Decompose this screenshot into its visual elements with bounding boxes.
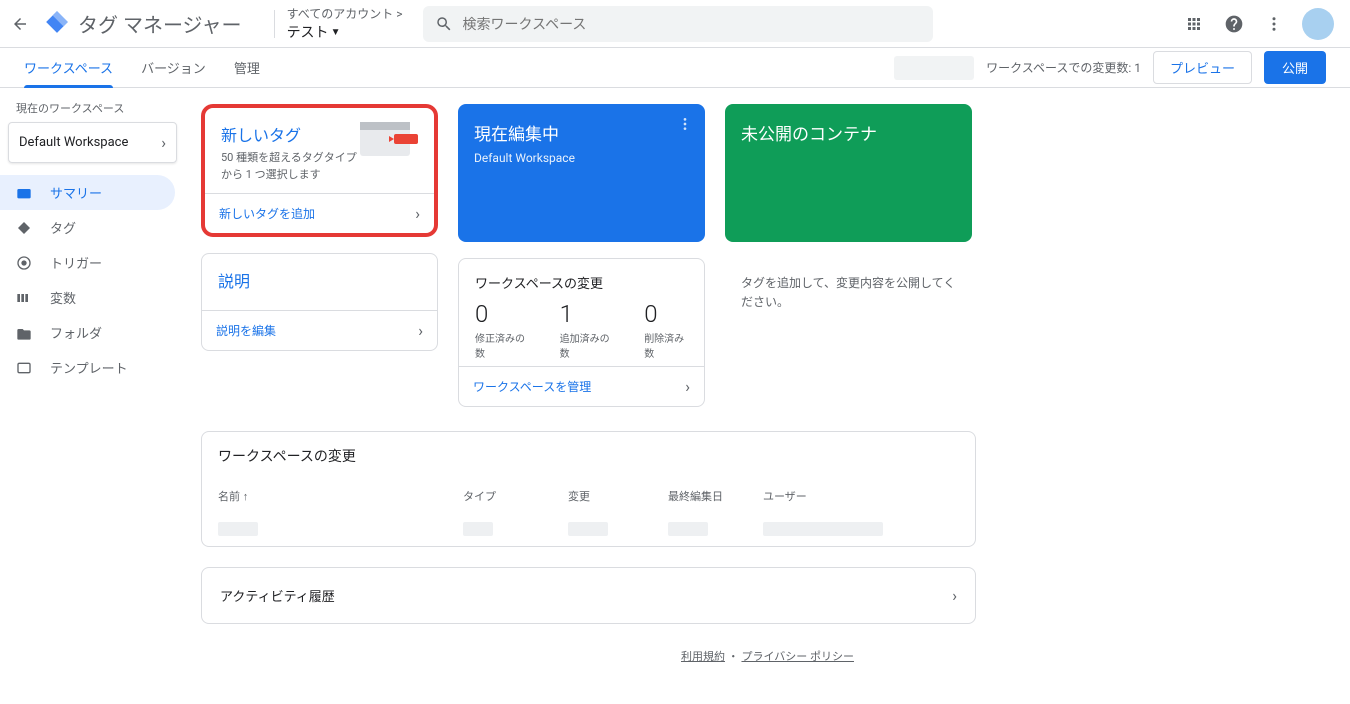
card-col-2: 現在編集中 Default Workspace ワークスペースの変更 0 修正済… xyxy=(458,104,705,407)
editing-card-menu[interactable] xyxy=(677,116,693,136)
avatar[interactable] xyxy=(1302,8,1334,40)
preview-button[interactable]: プレビュー xyxy=(1153,51,1252,84)
activity-history-button[interactable]: アクティビティ履歴 › xyxy=(202,568,975,623)
unpublished-msg-card: タグを追加して、変更内容を公開してください。 xyxy=(725,258,972,328)
card-col-1: 新しいタグ 50 種類を超えるタグタイプから 1 つ選択します 新しいタグを追加… xyxy=(201,104,438,407)
sidebar-item-label: トリガー xyxy=(50,253,102,272)
terms-link[interactable]: 利用規約 xyxy=(681,650,725,663)
sidebar-item-summary[interactable]: サマリー xyxy=(0,175,175,210)
app-title: タグ マネージャー xyxy=(78,9,242,38)
add-new-tag-button[interactable]: 新しいタグを追加 › xyxy=(205,193,434,233)
search-input[interactable] xyxy=(463,16,921,32)
col-user[interactable]: ユーザー xyxy=(763,488,863,504)
manage-workspace-button[interactable]: ワークスペースを管理 › xyxy=(459,366,704,406)
tab-versions[interactable]: バージョン xyxy=(141,48,206,87)
new-tag-action-label: 新しいタグを追加 xyxy=(219,205,315,222)
nav-tabs: ワークスペース バージョン 管理 ワークスペースでの変更数: 1 プレビュー 公… xyxy=(0,48,1350,88)
col-change[interactable]: 変更 xyxy=(568,488,668,504)
description-card: 説明 説明を編集 › xyxy=(201,253,438,351)
breadcrumb-container: テスト ▼ xyxy=(287,22,403,42)
sidebar-item-label: フォルダ xyxy=(50,323,102,342)
chevron-down-icon: ▼ xyxy=(331,27,341,38)
chevron-right-icon: › xyxy=(952,586,957,605)
stat-deleted: 0 削除済み数 xyxy=(644,300,688,360)
search-icon xyxy=(435,15,453,33)
stat-modified: 0 修正済みの数 xyxy=(475,300,528,360)
variable-icon xyxy=(16,292,36,304)
table-row[interactable] xyxy=(202,512,975,546)
stats-title: ワークスペースの変更 xyxy=(475,273,688,292)
header-right xyxy=(1182,8,1334,40)
sidebar-item-folders[interactable]: フォルダ xyxy=(0,315,175,350)
chevron-right-icon: › xyxy=(685,377,690,396)
activity-title: アクティビティ履歴 xyxy=(220,586,335,605)
breadcrumb-account: すべてのアカウント > xyxy=(287,5,403,22)
workspace-selector[interactable]: Default Workspace › xyxy=(8,122,177,163)
tab-workspace[interactable]: ワークスペース xyxy=(24,48,113,87)
workspace-changes-panel: ワークスペースの変更 名前 ↑ タイプ 変更 最終編集日 ユーザー xyxy=(201,431,976,547)
folder-icon xyxy=(16,326,36,340)
tab-admin[interactable]: 管理 xyxy=(234,48,260,87)
help-icon[interactable] xyxy=(1222,12,1246,36)
apps-icon[interactable] xyxy=(1182,12,1206,36)
gtm-logo-icon xyxy=(44,9,70,39)
changes-panel-title: ワークスペースの変更 xyxy=(202,432,975,480)
summary-icon xyxy=(16,186,36,200)
sidebar-item-label: テンプレート xyxy=(50,358,128,377)
publish-button[interactable]: 公開 xyxy=(1264,51,1326,84)
sidebar-item-variables[interactable]: 変数 xyxy=(0,280,175,315)
description-action-label: 説明を編集 xyxy=(216,322,276,339)
stat-added: 1 追加済みの数 xyxy=(560,300,613,360)
back-button[interactable] xyxy=(8,12,32,36)
col-edit[interactable]: 最終編集日 xyxy=(668,488,763,504)
cards-row: 新しいタグ 50 種類を超えるタグタイプから 1 つ選択します 新しいタグを追加… xyxy=(201,104,1334,407)
header: タグ マネージャー すべてのアカウント > テスト ▼ xyxy=(0,0,1350,48)
activity-history-panel: アクティビティ履歴 › xyxy=(201,567,976,624)
unpublished-card: 未公開のコンテナ xyxy=(725,104,972,242)
breadcrumb[interactable]: すべてのアカウント > テスト ▼ xyxy=(287,5,403,42)
chevron-right-icon: › xyxy=(418,321,423,340)
col-type[interactable]: タイプ xyxy=(463,488,568,504)
edit-description-button[interactable]: 説明を編集 › xyxy=(202,310,437,350)
sidebar-item-templates[interactable]: テンプレート xyxy=(0,350,175,385)
workspace-name: Default Workspace xyxy=(19,135,128,150)
sidebar-item-triggers[interactable]: トリガー xyxy=(0,245,175,280)
sidebar: 現在のワークスペース Default Workspace › サマリー タグ ト… xyxy=(0,88,185,704)
editing-card: 現在編集中 Default Workspace xyxy=(458,104,705,242)
stats-action-label: ワークスペースを管理 xyxy=(473,378,591,395)
nav-right: ワークスペースでの変更数: 1 プレビュー 公開 xyxy=(894,51,1326,84)
new-tag-card: 新しいタグ 50 種類を超えるタグタイプから 1 つ選択します 新しいタグを追加… xyxy=(201,104,438,237)
col-name[interactable]: 名前 ↑ xyxy=(218,488,463,504)
sidebar-item-label: タグ xyxy=(50,218,76,237)
editing-title: 現在編集中 xyxy=(474,120,689,145)
divider xyxy=(274,10,275,38)
unpublished-title: 未公開のコンテナ xyxy=(741,120,956,145)
privacy-link[interactable]: プライバシー ポリシー xyxy=(741,650,854,663)
template-icon xyxy=(16,361,36,375)
card-col-3: 未公開のコンテナ タグを追加して、変更内容を公開してください。 xyxy=(725,104,972,407)
tag-preview-icon xyxy=(360,118,418,162)
unpublished-msg: タグを追加して、変更内容を公開してください。 xyxy=(725,258,972,328)
sidebar-item-label: 変数 xyxy=(50,288,76,307)
more-vert-icon[interactable] xyxy=(1262,12,1286,36)
stats-card: ワークスペースの変更 0 修正済みの数 1 追加済みの数 0 xyxy=(458,258,705,407)
changes-table-head: 名前 ↑ タイプ 変更 最終編集日 ユーザー xyxy=(202,480,975,512)
sidebar-item-tags[interactable]: タグ xyxy=(0,210,175,245)
chevron-right-icon: › xyxy=(415,204,420,223)
tag-icon xyxy=(16,220,36,236)
current-workspace-label: 現在のワークスペース xyxy=(0,100,185,122)
chevron-right-icon: › xyxy=(161,133,166,152)
trigger-icon xyxy=(16,255,36,271)
container-id-placeholder xyxy=(894,56,974,80)
content: 新しいタグ 50 種類を超えるタグタイプから 1 つ選択します 新しいタグを追加… xyxy=(185,88,1350,704)
search-bar[interactable] xyxy=(423,6,933,42)
main: 現在のワークスペース Default Workspace › サマリー タグ ト… xyxy=(0,88,1350,704)
workspace-changes-count: ワークスペースでの変更数: 1 xyxy=(986,59,1141,76)
description-title: 説明 xyxy=(218,268,421,292)
sidebar-item-label: サマリー xyxy=(50,183,102,202)
footer: 利用規約 ・ プライバシー ポリシー xyxy=(201,648,1334,664)
editing-sub: Default Workspace xyxy=(474,151,689,165)
